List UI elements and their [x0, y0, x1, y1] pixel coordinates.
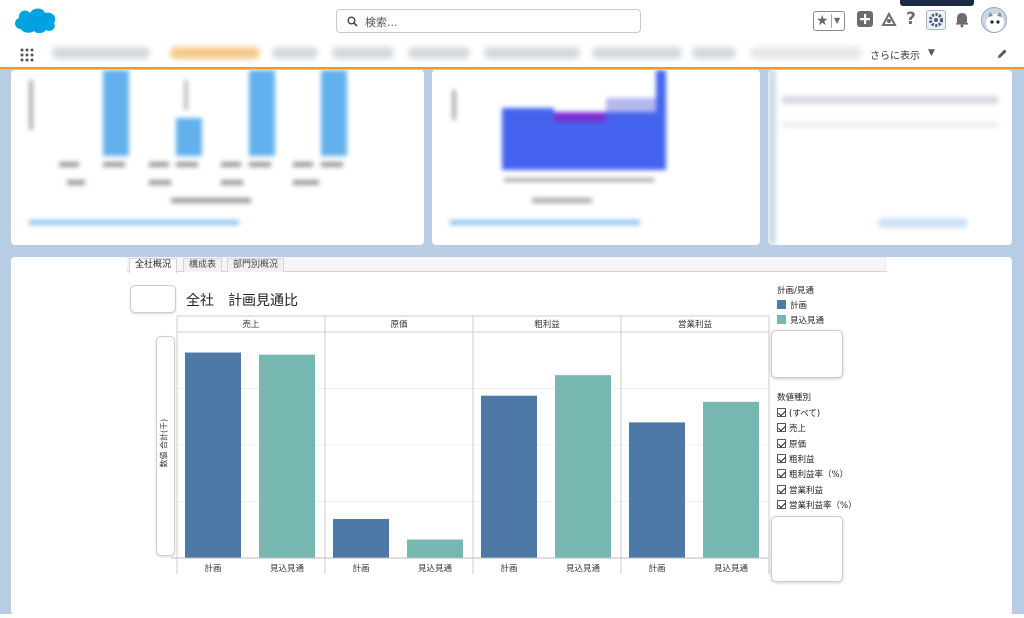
panel-header-label: 粗利益 — [534, 319, 560, 330]
edit-nav-pencil-icon[interactable] — [996, 48, 1008, 60]
panel-header-label: 原価 — [390, 319, 408, 330]
value-type-filter-title: 数値種別 — [777, 393, 812, 403]
bar-計画 — [333, 518, 389, 558]
nav-tab-blurred[interactable] — [750, 47, 862, 59]
filter-option-label: 営業利益 — [789, 485, 824, 496]
salesforce-logo[interactable] — [12, 5, 58, 35]
x-tick-label: 見込見通 — [566, 563, 601, 574]
checkbox-checked[interactable] — [777, 453, 786, 463]
nav-tab-blurred[interactable] — [332, 47, 394, 59]
legend-label: 計画 — [790, 301, 808, 311]
bar-計画 — [629, 422, 685, 558]
value-type-filter-option[interactable]: 粗利益 — [777, 453, 815, 465]
checkbox-checked[interactable] — [777, 469, 786, 479]
legend-item-forecast[interactable]: 見込見通 — [777, 314, 824, 326]
nav-tab-blurred[interactable] — [692, 47, 736, 59]
panel-header-label: 売上 — [242, 319, 260, 330]
search-icon — [347, 16, 358, 27]
checkbox-checked[interactable] — [777, 484, 786, 494]
app-nav-bar: さらに表示 ▼ — [0, 40, 1024, 69]
nav-tab-blurred[interactable] — [272, 47, 318, 59]
x-tick-label: 見込見通 — [418, 563, 453, 574]
filter-option-label: 営業利益率（%） — [789, 500, 857, 511]
legend-box-2 — [771, 516, 843, 582]
legend-box-1 — [771, 330, 843, 378]
setup-tooltip — [900, 0, 974, 6]
checkbox-checked[interactable] — [777, 438, 786, 448]
value-type-filter-option[interactable]: 原価 — [777, 438, 806, 450]
dashboard-component-blurred-3 — [768, 70, 1012, 245]
legend-swatch-forecast — [777, 315, 786, 324]
favorites-button[interactable]: ★ ▼ — [813, 11, 845, 31]
value-type-filter-option[interactable]: 粗利益率（%） — [777, 468, 848, 480]
panel-header-label: 営業利益 — [678, 319, 713, 330]
blurred-list-component — [768, 70, 998, 245]
bar-計画 — [185, 352, 241, 558]
x-tick-label: 見込見通 — [714, 563, 749, 574]
x-tick-label: 計画 — [352, 563, 369, 574]
nav-more-button[interactable]: さらに表示 — [870, 47, 920, 62]
filter-option-label: 粗利益率（%） — [789, 470, 849, 481]
x-tick-label: 計画 — [648, 563, 665, 574]
value-type-filter-option[interactable]: (すべて) — [777, 407, 820, 419]
chevron-down-icon[interactable]: ▼ — [928, 48, 935, 58]
notifications-bell-icon[interactable] — [953, 10, 971, 28]
value-type-filter-option[interactable]: 売上 — [777, 422, 806, 434]
help-icon[interactable]: ? — [906, 9, 916, 29]
trailhead-icon[interactable] — [880, 10, 898, 28]
dashboard-component-blurred-2 — [432, 70, 760, 245]
value-type-filter-option[interactable]: 営業利益率（%） — [777, 499, 857, 511]
global-search-input[interactable]: 検索... — [336, 9, 641, 33]
legend-item-plan[interactable]: 計画 — [777, 299, 807, 311]
star-icon: ★ — [816, 13, 829, 29]
favorites-divider — [831, 14, 832, 28]
nav-tab-blurred[interactable] — [408, 47, 470, 59]
filter-option-label: 粗利益 — [789, 454, 815, 465]
blurred-stacked-bar-chart — [450, 70, 666, 225]
bar-見込見通 — [555, 375, 611, 558]
legend-plan-title: 計画/見通 — [777, 286, 814, 296]
bar-計画 — [481, 395, 537, 558]
checkbox-checked[interactable] — [777, 423, 786, 433]
x-tick-label: 計画 — [204, 563, 221, 574]
legend-swatch-plan — [777, 300, 786, 309]
x-tick-label: 計画 — [500, 563, 517, 574]
checkbox-checked[interactable] — [777, 408, 786, 417]
bar-見込見通 — [703, 401, 759, 558]
checkbox-checked[interactable] — [777, 499, 786, 509]
x-tick-label: 見込見通 — [270, 563, 305, 574]
dashboard-component-blurred-1 — [11, 70, 424, 245]
page-bottom-strip — [0, 614, 1024, 618]
global-header: 検索... ★ ▼ ? — [0, 0, 1024, 40]
favorites-dropdown-icon[interactable]: ▼ — [834, 12, 840, 30]
nav-tab-active-blurred[interactable] — [170, 47, 260, 59]
legend-label: 見込見通 — [790, 316, 825, 326]
app-launcher-icon[interactable] — [20, 48, 34, 62]
user-avatar[interactable] — [981, 7, 1007, 33]
astro-avatar-icon — [986, 12, 1004, 32]
nav-tab-blurred[interactable] — [484, 47, 580, 59]
blurred-bar-chart — [29, 70, 347, 225]
bar-見込見通 — [259, 354, 315, 558]
tableau-dashboard-card: 全社概況 構成表 部門別概況 全社 計画見通比 数値 合計(千) 売上 計画 見込見… — [11, 257, 1012, 615]
filter-option-label: 原価 — [789, 439, 807, 450]
gear-icon — [929, 13, 943, 27]
nav-tab-blurred[interactable] — [592, 47, 682, 59]
nav-app-name-blurred — [52, 47, 150, 59]
value-type-filter-option[interactable]: 営業利益 — [777, 484, 823, 496]
filter-option-label: (すべて) — [789, 409, 821, 419]
setup-button[interactable] — [926, 10, 946, 30]
filter-option-label: 売上 — [789, 424, 807, 435]
global-actions-icon[interactable] — [856, 10, 874, 28]
search-placeholder: 検索... — [365, 16, 398, 29]
bar-見込見通 — [407, 539, 463, 558]
plan-forecast-bar-chart: 売上計画 見込見通 原価計画 見込見通 粗利益計画 見込見通 営業利益計画 見込見通 — [171, 315, 770, 574]
